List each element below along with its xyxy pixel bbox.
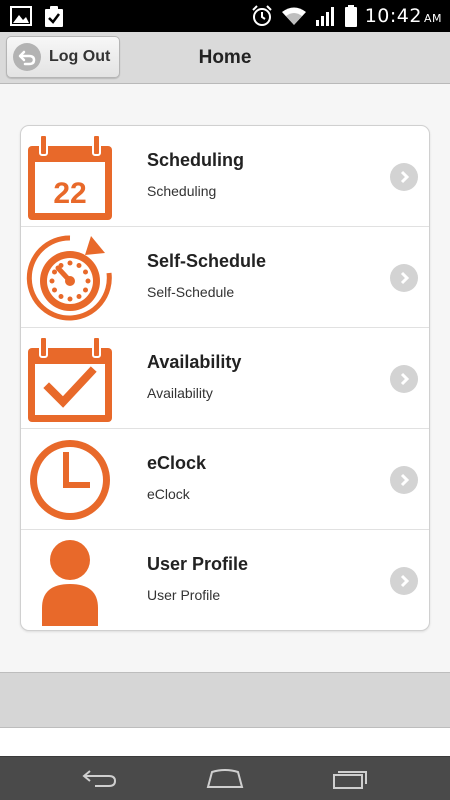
menu-item-self-schedule[interactable]: Self-Schedule Self-Schedule <box>21 227 429 328</box>
logout-button[interactable]: Log Out <box>6 36 120 78</box>
wifi-icon <box>281 7 306 25</box>
clipboard-check-icon <box>45 6 63 27</box>
home-button[interactable] <box>205 765 245 793</box>
menu-item-subtitle: Self-Schedule <box>147 284 235 300</box>
chevron-right-icon <box>390 567 418 595</box>
menu-item-subtitle: Availability <box>147 385 213 401</box>
menu-item-user-profile[interactable]: User Profile User Profile <box>21 530 429 630</box>
status-bar: 10:42 AM <box>0 0 450 32</box>
header: Log Out Home <box>0 32 450 84</box>
menu-item-subtitle: User Profile <box>147 587 221 603</box>
status-time: 10:42 AM <box>365 5 442 27</box>
status-left-icons <box>10 6 64 28</box>
calendar-day: 22 <box>53 177 86 210</box>
status-time-value: 10:42 <box>364 5 422 27</box>
footer-spacer <box>0 728 450 756</box>
back-button[interactable] <box>80 765 120 793</box>
alarm-icon <box>252 5 272 26</box>
signal-icon <box>315 7 334 26</box>
calendar-icon: 22 <box>28 134 112 220</box>
menu-list: 22 Scheduling Scheduling Self-Schedule S… <box>20 125 430 631</box>
recents-button[interactable] <box>330 765 370 793</box>
menu-item-availability[interactable]: Availability Availability <box>21 328 429 429</box>
calendar-check-icon <box>28 336 112 422</box>
battery-icon <box>344 5 357 27</box>
menu-item-title: Availability <box>147 352 242 372</box>
chevron-right-icon <box>390 466 418 494</box>
home-icon <box>206 769 244 788</box>
menu-item-title: User Profile <box>147 554 249 574</box>
menu-item-subtitle: Scheduling <box>147 183 217 199</box>
chevron-right-icon <box>390 365 418 393</box>
menu-item-eclock[interactable]: eClock eClock <box>21 429 429 530</box>
recents-icon <box>333 771 367 789</box>
chevron-right-icon <box>390 264 418 292</box>
menu-item-scheduling[interactable]: 22 Scheduling Scheduling <box>21 126 429 227</box>
stopwatch-refresh-icon <box>26 235 112 321</box>
back-icon <box>82 770 117 787</box>
user-icon <box>42 540 98 626</box>
system-nav-bar <box>0 756 450 800</box>
main-content: 22 Scheduling Scheduling Self-Schedule S… <box>0 84 450 672</box>
undo-arrow-icon <box>13 43 41 71</box>
image-icon <box>10 6 32 26</box>
menu-item-subtitle: eClock <box>147 486 190 502</box>
menu-item-title: Self-Schedule <box>147 251 267 271</box>
menu-item-title: eClock <box>147 453 207 473</box>
logout-label: Log Out <box>49 48 111 65</box>
clock-icon <box>30 440 110 520</box>
footer-bar <box>0 672 450 728</box>
menu-item-title: Scheduling <box>147 150 245 170</box>
chevron-right-icon <box>390 163 418 191</box>
status-time-ampm: AM <box>423 12 442 25</box>
status-right-icons: 10:42 AM <box>251 4 442 28</box>
